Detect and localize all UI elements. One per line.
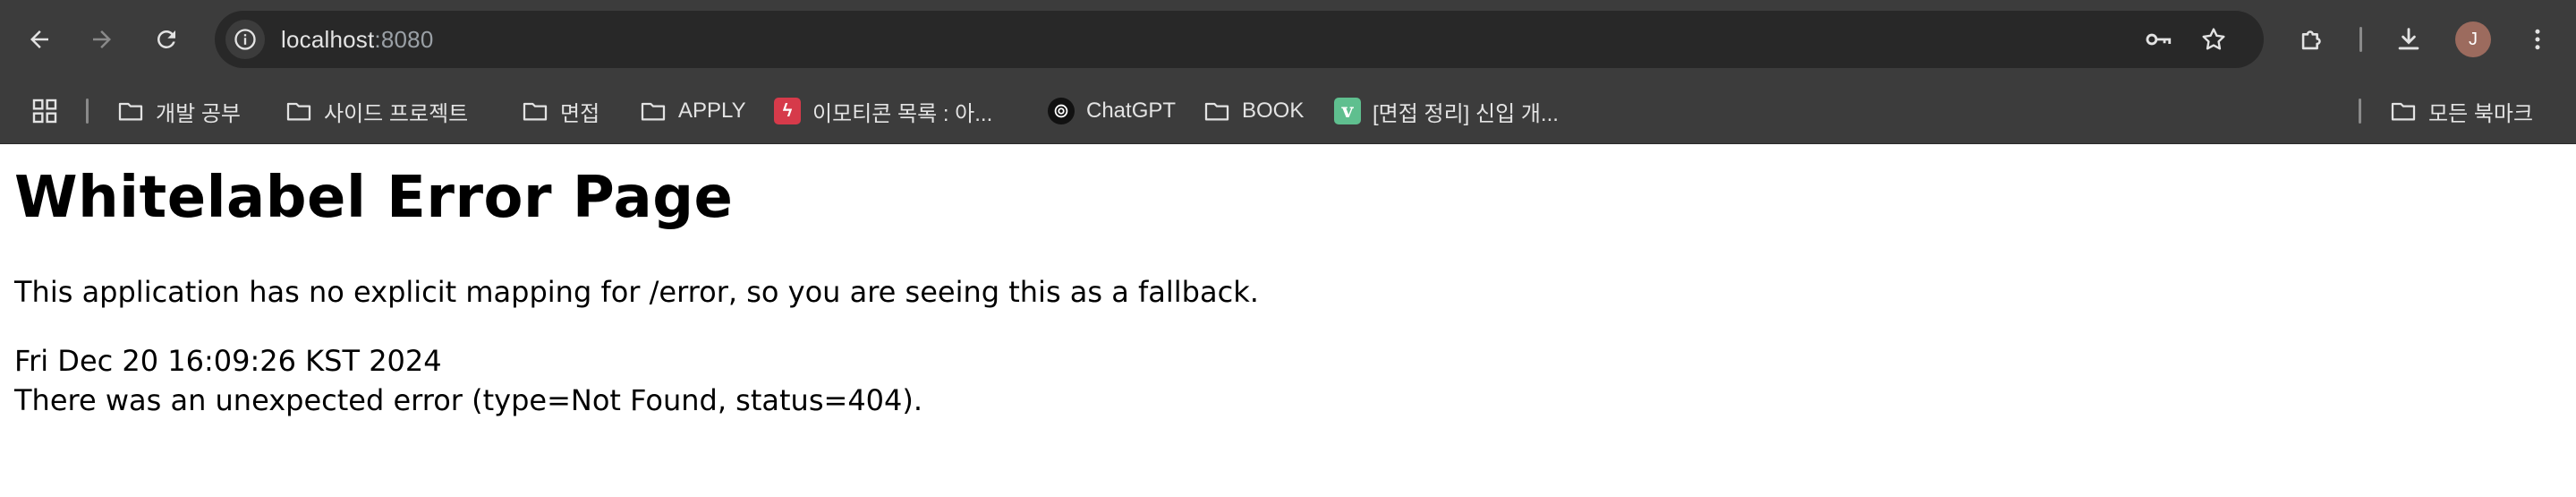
address-bar[interactable]: localhost:8080 [215,11,2264,68]
bookmark-interview-notes[interactable]: v [면접 정리] 신입 개... [1333,79,1559,143]
error-details: Fri Dec 20 16:09:26 KST 2024 There was a… [14,341,922,420]
page-content: Whitelabel Error Page This application h… [0,144,2576,497]
url-port: :8080 [374,26,434,53]
star-icon [2202,28,2225,50]
profile-avatar[interactable]: J [2455,21,2491,57]
error-timestamp: Fri Dec 20 16:09:26 KST 2024 [14,344,442,378]
velog-favicon-icon: v [1333,97,1362,125]
bookmark-folder-book[interactable]: BOOK [1203,79,1304,143]
bookmark-folder-interview[interactable]: 면접 [521,79,599,143]
browser-toolbar: localhost:8080 J [0,0,2576,79]
back-arrow-icon [30,30,48,48]
extensions-button[interactable] [2292,20,2332,59]
bookmarks-divider-right [2359,99,2361,124]
bookmark-emoticon-list[interactable]: ϟ 이모티콘 목록 : 아... [773,79,992,143]
favicon-letter: v [1334,98,1361,124]
folder-icon [2389,97,2418,125]
bookmark-label: 개발 공부 [156,101,241,126]
bookmark-folder-dev-study[interactable]: 개발 공부 [116,79,241,143]
bookmarks-divider [86,99,89,124]
reload-button[interactable] [147,20,186,59]
error-status: There was an unexpected error (type=Not … [14,383,923,417]
red-favicon-icon: ϟ [773,97,802,125]
page-title: Whitelabel Error Page [14,165,734,231]
bookmark-label: 면접 [560,101,600,126]
favicon-letter: ϟ [774,98,801,124]
bookmark-label: APPLY [678,99,746,123]
bookmark-chatgpt[interactable]: ChatGPT [1047,79,1176,143]
folder-icon [521,97,549,125]
chatgpt-favicon-icon [1047,97,1075,125]
bookmark-star-button[interactable] [2194,20,2233,59]
all-bookmarks-button[interactable]: 모든 북마크 [2389,79,2533,143]
password-key-button[interactable] [2138,20,2178,59]
reload-icon [157,30,175,48]
info-icon [234,29,256,50]
bookmark-label: 이모티콘 목록 : 아... [812,101,993,126]
folder-icon [116,97,145,125]
downloads-button[interactable] [2389,20,2428,59]
puzzle-icon [2301,30,2321,50]
more-vert-icon [2535,29,2540,50]
site-info-button[interactable] [225,20,265,59]
folder-icon [639,97,667,125]
key-icon [2146,33,2172,46]
url-text: localhost:8080 [281,11,434,68]
browser-menu-button[interactable] [2518,20,2557,59]
download-icon [2398,28,2419,50]
url-host: localhost [281,26,375,53]
bookmark-label: [면접 정리] 신입 개... [1373,101,1559,126]
bookmark-label: BOOK [1242,99,1305,123]
bookmark-label: 사이드 프로젝트 [324,101,469,126]
folder-icon [285,97,313,125]
error-message: This application has no explicit mapping… [14,275,1259,309]
back-button[interactable] [20,20,59,59]
forward-button[interactable] [82,20,122,59]
apps-grid-icon [32,99,57,124]
bookmarks-bar: 개발 공부 사이드 프로젝트 면접 APPLY ϟ 이모티콘 목록 : 아... [0,79,2576,144]
all-bookmarks-label: 모든 북마크 [2428,101,2534,126]
bookmark-folder-side-project[interactable]: 사이드 프로젝트 [285,79,468,143]
forward-arrow-icon [93,30,111,48]
toolbar-divider [2359,27,2362,52]
apps-button[interactable] [30,79,59,143]
folder-icon [1203,97,1231,125]
bookmark-folder-apply[interactable]: APPLY [639,79,746,143]
bookmark-label: ChatGPT [1086,99,1177,123]
